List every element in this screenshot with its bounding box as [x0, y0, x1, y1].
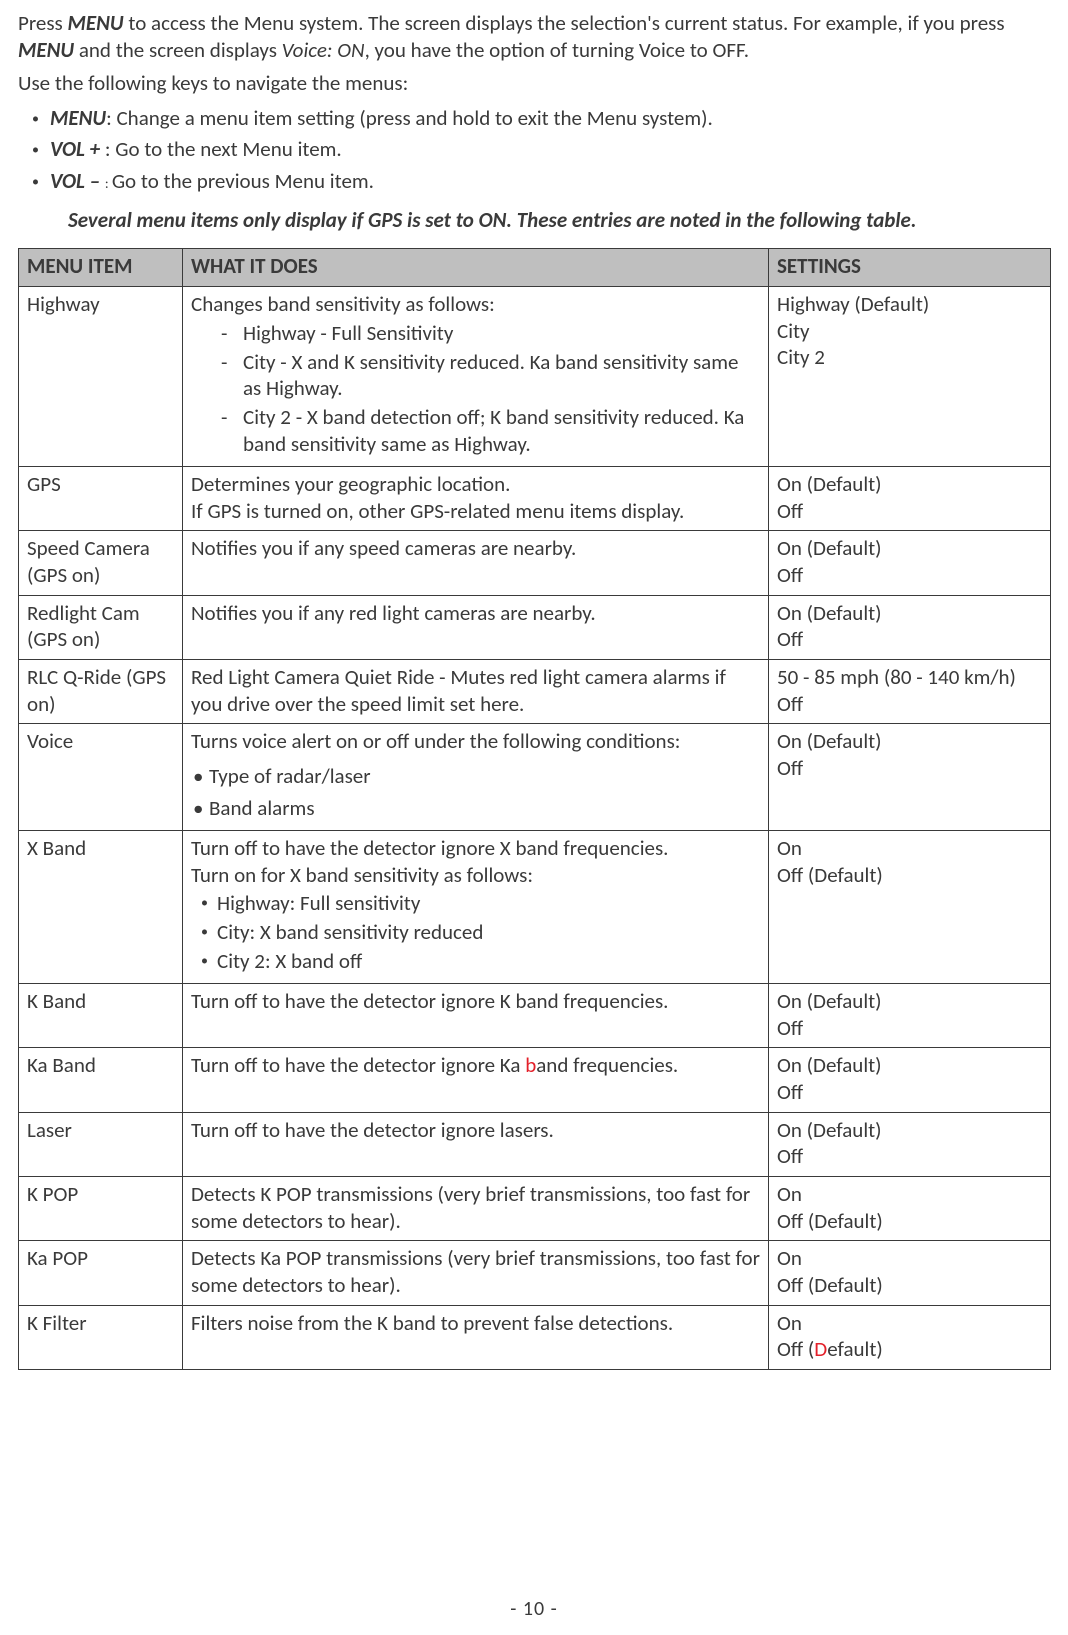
nav-desc: Change a menu item setting (press and ho…: [116, 105, 712, 131]
table-row: X BandTurn off to have the detector igno…: [19, 831, 1051, 984]
cell-description: Turns voice alert on or off under the fo…: [183, 724, 769, 831]
cell-menu-item: K Filter: [19, 1305, 183, 1369]
cell-description: Filters noise from the K band to prevent…: [183, 1305, 769, 1369]
table-header-row: MENU ITEM WHAT IT DOES SETTINGS: [19, 249, 1051, 287]
cell-description: Turn off to have the detector ignore Ka …: [183, 1048, 769, 1112]
cell-menu-item: K POP: [19, 1176, 183, 1240]
nav-sep: :: [105, 175, 112, 192]
cell-menu-item: Ka Band: [19, 1048, 183, 1112]
key-menu: MENU: [18, 37, 74, 63]
intro-paragraph-1: Press MENU to access the Menu system. Th…: [18, 10, 1050, 64]
cell-description: Turn off to have the detector ignore K b…: [183, 983, 769, 1047]
cell-description: Turn off to have the detector ignore X b…: [183, 831, 769, 984]
nav-sep: :: [106, 105, 116, 131]
cell-settings: On (Default)Off: [769, 724, 1051, 831]
nav-desc: Go to the previous Menu item.: [112, 168, 374, 194]
header-menu-item: MENU ITEM: [19, 249, 183, 287]
text: , you have the option of turning Voice t…: [365, 37, 749, 63]
text: Press: [18, 10, 68, 36]
cell-settings: On (Default)Off: [769, 1048, 1051, 1112]
cell-settings: OnOff (Default): [769, 1176, 1051, 1240]
cell-settings: OnOff (Default): [769, 1305, 1051, 1369]
cell-menu-item: RLC Q-Ride (GPS on): [19, 660, 183, 724]
table-row: LaserTurn off to have the detector ignor…: [19, 1112, 1051, 1176]
cell-settings: On (Default)Off: [769, 983, 1051, 1047]
cell-settings: On (Default)Off: [769, 531, 1051, 595]
table-row: Ka BandTurn off to have the detector ign…: [19, 1048, 1051, 1112]
cell-settings: On (Default)Off: [769, 595, 1051, 659]
nav-sep: :: [105, 136, 115, 162]
nav-keys-list: MENU: Change a menu item setting (press …: [18, 103, 1050, 198]
cell-description: Determines your geographic location.If G…: [183, 467, 769, 531]
cell-settings: OnOff (Default): [769, 1241, 1051, 1305]
header-what-it-does: WHAT IT DOES: [183, 249, 769, 287]
text: and the screen displays: [74, 37, 282, 63]
table-row: Speed Camera (GPS on)Notifies you if any…: [19, 531, 1051, 595]
key-menu: MENU: [68, 10, 124, 36]
table-row: HighwayChanges band sensitivity as follo…: [19, 287, 1051, 467]
cell-menu-item: X Band: [19, 831, 183, 984]
text: to access the Menu system. The screen di…: [124, 10, 1005, 36]
table-row: K FilterFilters noise from the K band to…: [19, 1305, 1051, 1369]
cell-menu-item: Speed Camera (GPS on): [19, 531, 183, 595]
cell-settings: On (Default)Off: [769, 1112, 1051, 1176]
cell-settings: On (Default)Off: [769, 467, 1051, 531]
nav-item-vol-plus: VOL + : Go to the next Menu item.: [18, 134, 1050, 166]
cell-description: Changes band sensitivity as follows:High…: [183, 287, 769, 467]
table-row: GPSDetermines your geographic location.I…: [19, 467, 1051, 531]
nav-key: VOL –: [50, 168, 105, 194]
cell-settings: 50 - 85 mph (80 - 140 km/h)Off: [769, 660, 1051, 724]
cell-menu-item: Ka POP: [19, 1241, 183, 1305]
cell-menu-item: Laser: [19, 1112, 183, 1176]
cell-settings: Highway (Default)CityCity 2: [769, 287, 1051, 467]
nav-desc: Go to the next Menu item.: [115, 136, 341, 162]
nav-key: VOL +: [50, 136, 105, 162]
cell-description: Red Light Camera Quiet Ride - Mutes red …: [183, 660, 769, 724]
header-settings: SETTINGS: [769, 249, 1051, 287]
nav-key: MENU: [50, 105, 106, 131]
table-row: K BandTurn off to have the detector igno…: [19, 983, 1051, 1047]
table-row: VoiceTurns voice alert on or off under t…: [19, 724, 1051, 831]
gps-note: Several menu items only display if GPS i…: [68, 207, 1050, 234]
nav-item-menu: MENU: Change a menu item setting (press …: [18, 103, 1050, 135]
cell-description: Detects K POP transmissions (very brief …: [183, 1176, 769, 1240]
cell-description: Turn off to have the detector ignore las…: [183, 1112, 769, 1176]
example-value: Voice: ON: [282, 37, 365, 63]
menu-table: MENU ITEM WHAT IT DOES SETTINGS HighwayC…: [18, 248, 1051, 1369]
cell-menu-item: K Band: [19, 983, 183, 1047]
cell-menu-item: Voice: [19, 724, 183, 831]
table-row: K POPDetects K POP transmissions (very b…: [19, 1176, 1051, 1240]
intro-paragraph-2: Use the following keys to navigate the m…: [18, 70, 1050, 97]
nav-item-vol-minus: VOL – : Go to the previous Menu item.: [18, 166, 1050, 198]
cell-description: Notifies you if any speed cameras are ne…: [183, 531, 769, 595]
cell-menu-item: GPS: [19, 467, 183, 531]
cell-settings: OnOff (Default): [769, 831, 1051, 984]
table-row: Ka POPDetects Ka POP transmissions (very…: [19, 1241, 1051, 1305]
cell-menu-item: Highway: [19, 287, 183, 467]
page-number: - 10 -: [0, 1597, 1068, 1621]
cell-description: Notifies you if any red light cameras ar…: [183, 595, 769, 659]
cell-menu-item: Redlight Cam (GPS on): [19, 595, 183, 659]
table-row: Redlight Cam (GPS on)Notifies you if any…: [19, 595, 1051, 659]
document-page: Press MENU to access the Menu system. Th…: [0, 0, 1068, 1635]
cell-description: Detects Ka POP transmissions (very brief…: [183, 1241, 769, 1305]
table-row: RLC Q-Ride (GPS on)Red Light Camera Quie…: [19, 660, 1051, 724]
table-body: HighwayChanges band sensitivity as follo…: [19, 287, 1051, 1370]
